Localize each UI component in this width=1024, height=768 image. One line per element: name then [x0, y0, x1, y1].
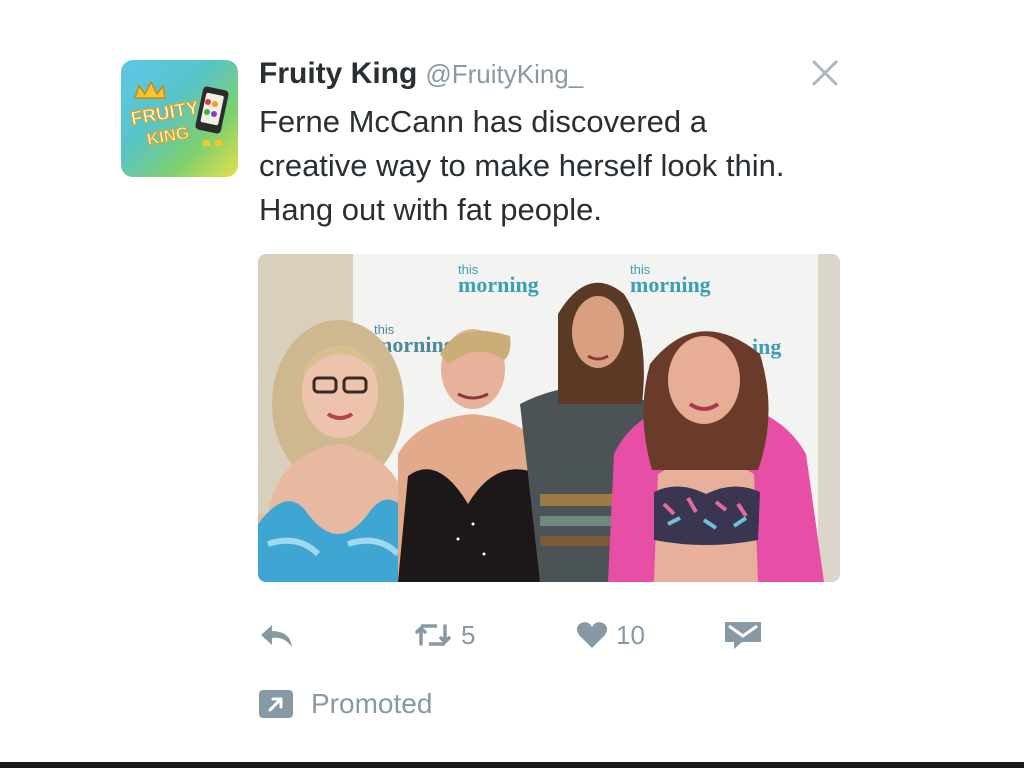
tweet-actions: 5 10 [258, 612, 818, 658]
promoted-tweet[interactable]: FRUITY KING Fruity King @FruityKing_ Fern… [0, 0, 1024, 762]
logo-text-top: FRUITY [129, 97, 201, 130]
promoted-arrow-icon [259, 690, 293, 718]
reply-icon [261, 625, 292, 647]
backdrop-text-morning-1: morning [458, 272, 539, 297]
heart-icon [576, 622, 608, 648]
user-handle[interactable]: @FruityKing_ [425, 59, 583, 89]
display-name[interactable]: Fruity King [259, 57, 417, 90]
reply-button[interactable] [258, 612, 296, 658]
screen-bottom-edge [0, 762, 1024, 768]
tweet-header: Fruity King @FruityKing_ [259, 54, 583, 99]
like-button[interactable]: 10 [576, 612, 645, 658]
account-avatar[interactable]: FRUITY KING [121, 60, 238, 177]
tweet-text: Ferne McCann has discovered a creative w… [259, 104, 785, 227]
retweet-button[interactable]: 5 [413, 612, 475, 658]
direct-message-button[interactable] [724, 612, 762, 658]
promoted-indicator[interactable]: Promoted [259, 684, 432, 724]
page: FRUITY KING Fruity King @FruityKing_ Fern… [0, 0, 1024, 768]
retweet-count: 5 [461, 619, 476, 650]
tweet-image[interactable]: this morning this morning this morning i… [258, 254, 840, 582]
photo-four-women: this morning this morning this morning i… [258, 254, 840, 582]
promoted-label: Promoted [311, 688, 433, 719]
close-button[interactable] [808, 56, 842, 90]
retweet-icon [415, 624, 451, 646]
logo-text-bottom: KING [145, 123, 190, 149]
fruity-king-logo-icon: FRUITY KING [129, 80, 229, 150]
close-icon [812, 60, 838, 86]
envelope-icon [725, 622, 761, 649]
like-count: 10 [616, 619, 645, 650]
backdrop-text-morning-2: morning [630, 272, 711, 297]
